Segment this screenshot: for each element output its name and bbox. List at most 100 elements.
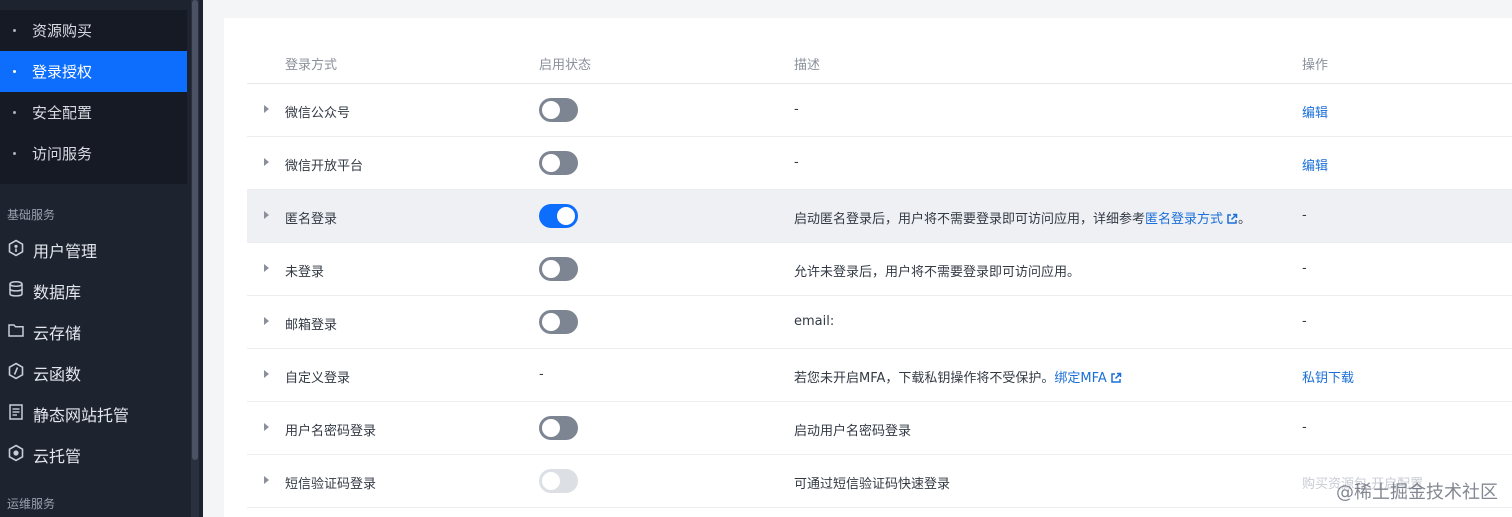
cell-action: - <box>1302 314 1307 329</box>
header-status: 启用状态 <box>539 58 592 73</box>
cell-desc: 启动匿名登录后，用户将不需要登录即可访问应用，详细参考匿名登录方式。 <box>794 208 1251 227</box>
sub-item-resource-purchase[interactable]: 资源购买 <box>0 10 187 51</box>
nav-item-cloud-hosting[interactable]: 云托管 <box>0 433 187 473</box>
sidebar: 资源购买 登录授权 安全配置 访问服务 基础服务 用户管理 数据库 云存储 云函… <box>0 0 203 517</box>
nav-item-cloud-storage[interactable]: 云存储 <box>0 310 187 350</box>
cell-desc: 可通过短信验证码快速登录 <box>794 477 951 492</box>
table-row: 邮箱登录 email: - <box>247 296 1512 349</box>
nav-item-cloud-function[interactable]: 云函数 <box>0 351 187 391</box>
cell-method: 短信验证码登录 <box>285 477 377 492</box>
toggle-knob <box>557 207 575 225</box>
document-icon <box>9 404 23 420</box>
table-row: 用户名密码登录 启动用户名密码登录 - <box>247 402 1512 455</box>
nav-item-label: 云托管 <box>33 447 82 466</box>
cell-action: - <box>1302 420 1307 435</box>
table-row: 微信开放平台 - 编辑 <box>247 137 1512 190</box>
expand-arrow-icon[interactable] <box>264 476 269 484</box>
external-link-icon[interactable] <box>1226 213 1238 225</box>
nav-item-label: 数据库 <box>33 283 82 302</box>
sub-item-label: 资源购买 <box>32 22 93 40</box>
header-desc: 描述 <box>794 58 821 73</box>
nav-item-database[interactable]: 数据库 <box>0 269 187 309</box>
cell-method: 未登录 <box>285 265 325 280</box>
status-toggle[interactable] <box>539 257 578 281</box>
nav-item-label: 云存储 <box>33 324 82 343</box>
table-row: 匿名登录 启动匿名登录后，用户将不需要登录即可访问应用，详细参考匿名登录方式。 … <box>247 190 1512 243</box>
cell-desc: 若您未开启MFA，下载私钥操作将不受保护。绑定MFA <box>794 367 1122 386</box>
sub-menu: 资源购买 登录授权 安全配置 访问服务 <box>0 10 187 184</box>
table-row: 自定义登录 - 若您未开启MFA，下载私钥操作将不受保护。绑定MFA 私钥下载 <box>247 349 1512 402</box>
expand-arrow-icon[interactable] <box>264 370 269 378</box>
header-method: 登录方式 <box>285 58 338 73</box>
desc-text: 若您未开启MFA，下载私钥操作将不受保护。 <box>794 371 1055 386</box>
group-title-ops: 运维服务 <box>7 497 56 511</box>
nav-item-label: 云函数 <box>33 365 82 384</box>
header-action: 操作 <box>1302 58 1329 73</box>
sub-item-label: 安全配置 <box>32 104 93 122</box>
cell-desc: - <box>794 102 799 117</box>
sidebar-scrollbar-thumb[interactable] <box>192 0 198 460</box>
cell-method: 微信公众号 <box>285 106 351 121</box>
hexagon-icon <box>8 444 24 462</box>
desc-suffix: 。 <box>1238 212 1252 227</box>
anonymous-login-doc-link[interactable]: 匿名登录方式 <box>1145 212 1223 227</box>
table-row: 微信公众号 - 编辑 <box>247 84 1512 137</box>
folder-icon <box>8 324 24 337</box>
expand-arrow-icon[interactable] <box>264 317 269 325</box>
bullet-icon <box>13 70 16 73</box>
database-icon <box>9 280 23 297</box>
toggle-knob <box>542 154 560 172</box>
toggle-knob <box>542 260 560 278</box>
function-icon <box>8 362 24 380</box>
cell-method: 用户名密码登录 <box>285 424 377 439</box>
expand-arrow-icon[interactable] <box>264 264 269 272</box>
expand-arrow-icon[interactable] <box>264 423 269 431</box>
bind-mfa-link[interactable]: 绑定MFA <box>1054 371 1106 386</box>
edit-link[interactable]: 编辑 <box>1302 102 1328 121</box>
bullet-icon <box>13 152 16 155</box>
cell-desc: 允许未登录后，用户将不需要登录即可访问应用。 <box>794 265 1081 280</box>
sub-item-label: 登录授权 <box>32 63 93 81</box>
download-key-link[interactable]: 私钥下载 <box>1302 367 1354 386</box>
sub-item-access-service[interactable]: 访问服务 <box>0 133 187 174</box>
cell-method: 微信开放平台 <box>285 159 364 174</box>
cell-method: 匿名登录 <box>285 212 338 227</box>
table-row: 未登录 允许未登录后，用户将不需要登录即可访问应用。 - <box>247 243 1512 296</box>
edit-link[interactable]: 编辑 <box>1302 155 1328 174</box>
nav-item-user-manage[interactable]: 用户管理 <box>0 228 187 268</box>
user-manage-icon <box>8 239 24 257</box>
nav-item-static-hosting[interactable]: 静态网站托管 <box>0 392 187 432</box>
status-toggle[interactable] <box>539 416 578 440</box>
status-toggle[interactable] <box>539 98 578 122</box>
watermark: @稀土掘金技术社区 <box>1336 482 1498 503</box>
table-header: 登录方式 启用状态 描述 操作 <box>247 40 1512 84</box>
sub-item-login-auth[interactable]: 登录授权 <box>0 51 187 92</box>
bullet-icon <box>13 29 16 32</box>
cell-method: 邮箱登录 <box>285 318 338 333</box>
status-toggle[interactable] <box>539 469 578 493</box>
cell-status: - <box>539 367 544 382</box>
toggle-knob <box>542 313 560 331</box>
cell-action: - <box>1302 208 1307 223</box>
expand-arrow-icon[interactable] <box>264 158 269 166</box>
bullet-icon <box>13 111 16 114</box>
desc-text: 启动匿名登录后，用户将不需要登录即可访问应用，详细参考 <box>794 212 1146 227</box>
toggle-knob <box>542 419 560 437</box>
sub-item-security-config[interactable]: 安全配置 <box>0 92 187 133</box>
group-title-basic: 基础服务 <box>7 208 56 222</box>
status-toggle[interactable] <box>539 151 578 175</box>
external-link-icon[interactable] <box>1110 372 1122 384</box>
cell-desc: email: <box>794 314 835 329</box>
status-toggle[interactable] <box>539 204 578 228</box>
expand-arrow-icon[interactable] <box>264 211 269 219</box>
expand-arrow-icon[interactable] <box>264 105 269 113</box>
cell-desc: - <box>794 155 799 170</box>
cell-method: 自定义登录 <box>285 371 351 386</box>
cell-desc: 启动用户名密码登录 <box>794 424 912 439</box>
cell-action: - <box>1302 261 1307 276</box>
toggle-knob <box>542 472 560 490</box>
status-toggle[interactable] <box>539 310 578 334</box>
toggle-knob <box>542 101 560 119</box>
nav-item-label: 用户管理 <box>33 242 98 261</box>
sub-item-label: 访问服务 <box>32 145 93 163</box>
